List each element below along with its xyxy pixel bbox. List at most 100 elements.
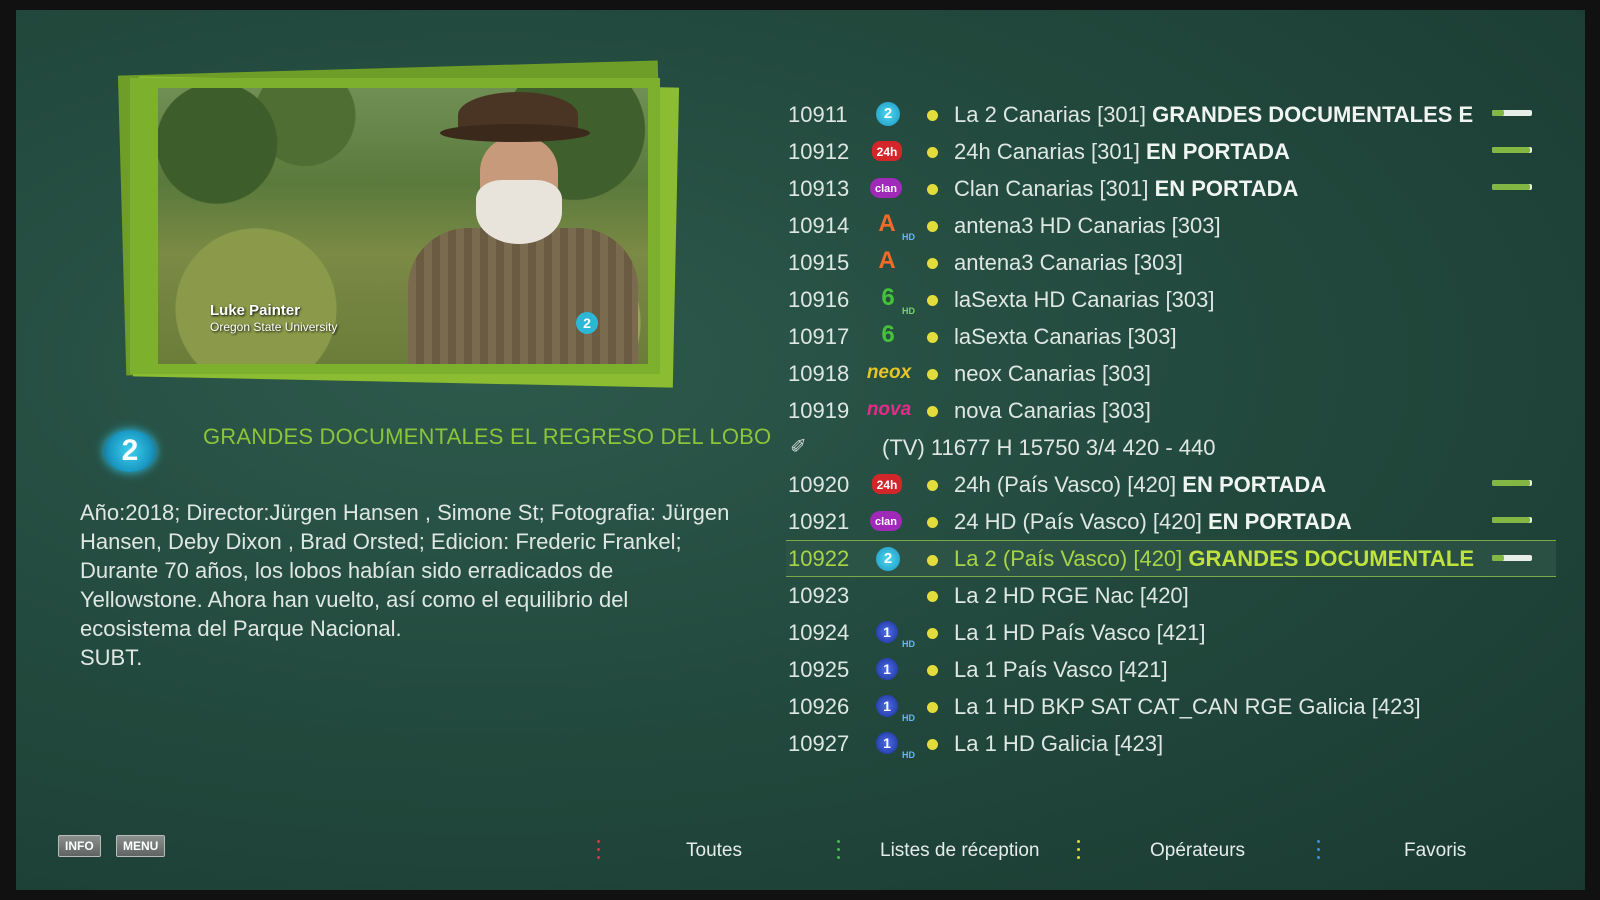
- channel-row[interactable]: 10916 6 HD laSexta HD Canarias [303]: [786, 281, 1556, 318]
- event-progress-bar: [1492, 517, 1532, 523]
- menu-key[interactable]: MENU: [116, 835, 166, 857]
- channel-title: laSexta Canarias [303]: [954, 324, 1177, 349]
- channel-title: La 1 HD País Vasco [421]: [954, 620, 1206, 645]
- status-dot-icon: [927, 739, 938, 750]
- current-event: EN PORTADA: [1182, 472, 1327, 497]
- tab-operators[interactable]: Opérateurs: [1150, 840, 1245, 862]
- channel-row[interactable]: 10915 Aantena3 Canarias [303]: [786, 244, 1556, 281]
- event-progress-bar: [1492, 555, 1532, 561]
- antena3-logo-icon: A: [878, 247, 896, 274]
- channel-row[interactable]: 10924 1 HD La 1 HD País Vasco [421]: [786, 614, 1556, 651]
- channel-title: Clan Canarias [301]: [954, 176, 1149, 201]
- status-dot-icon: [927, 295, 938, 306]
- event-progress-fill: [1492, 480, 1530, 486]
- clan-logo-icon: clan: [870, 178, 902, 198]
- info-key[interactable]: INFO: [58, 835, 101, 857]
- channel-title: nova Canarias [303]: [954, 398, 1151, 423]
- channel-name: La 1 HD Galicia [423]: [954, 725, 1474, 762]
- current-event: EN PORTADA: [1154, 176, 1299, 201]
- program-title: GRANDES DOCUMENTALES EL REGRESO DEL LOBO: [203, 424, 772, 449]
- channel-name: La 1 HD BKP SAT CAT_CAN RGE Galicia [423…: [954, 688, 1474, 725]
- hd-badge: HD: [902, 750, 915, 760]
- status-dot-icon: [927, 555, 938, 566]
- tab-favorites[interactable]: Favoris: [1404, 840, 1466, 862]
- channel-name: La 1 HD País Vasco [421]: [954, 614, 1474, 651]
- event-progress-bar: [1492, 147, 1532, 153]
- current-event: EN PORTADA: [1146, 139, 1290, 164]
- channel-row[interactable]: 10925 1 La 1 País Vasco [421]: [786, 651, 1556, 688]
- la1-logo-icon: 1: [876, 732, 898, 754]
- 24h-logo-icon: 24h: [872, 474, 902, 494]
- channel-row[interactable]: 10919 nova nova Canarias [303]: [786, 392, 1556, 429]
- lower-third-org: Oregon State University: [210, 320, 338, 334]
- lasexta-logo-icon: 6: [881, 321, 895, 348]
- channel-name: antena3 HD Canarias [303]: [954, 207, 1474, 244]
- channel-row[interactable]: 10911 2 La 2 Canarias [301] GRANDES DOCUME…: [786, 96, 1556, 133]
- status-dot-icon: [927, 665, 938, 676]
- channel-name: laSexta HD Canarias [303]: [954, 281, 1474, 318]
- lower-third-name: Luke Painter: [210, 302, 301, 319]
- channel-title: antena3 HD Canarias [303]: [954, 213, 1221, 238]
- channel-name: La 1 País Vasco [421]: [954, 651, 1474, 688]
- presenter-hat-brim: [440, 124, 590, 142]
- la2-logo-icon: 2: [876, 102, 900, 126]
- event-progress-bar: [1492, 184, 1532, 190]
- channel-row[interactable]: 10920 24h 24h (País Vasco) [420] EN PORTAD…: [786, 466, 1556, 503]
- tab-all[interactable]: Toutes: [686, 840, 742, 862]
- channel-row[interactable]: 10912 24h 24h Canarias [301] EN PORTADA: [786, 133, 1556, 170]
- channel-title: 24h Canarias [301]: [954, 139, 1140, 164]
- channel-title: La 2 Canarias [301]: [954, 102, 1147, 127]
- channel-row-selected[interactable]: 10922 2 La 2 (País Vasco) [420] GRANDES DO…: [786, 540, 1556, 577]
- event-progress-bar: [1492, 480, 1532, 486]
- status-dot-icon: [927, 480, 938, 491]
- status-dot-icon: [927, 110, 938, 121]
- channel-number: 10927: [788, 731, 850, 756]
- channel-number: 10925: [788, 657, 850, 682]
- channel-name: 24h Canarias [301] EN PORTADA: [954, 133, 1474, 170]
- channel-row[interactable]: 10921 clan 24 HD (País Vasco) [420] EN POR…: [786, 503, 1556, 540]
- channel-row[interactable]: 10917 6 laSexta Canarias [303]: [786, 318, 1556, 355]
- channel-name: La 2 HD RGE Nac [420]: [954, 577, 1474, 614]
- channel-number: 10926: [788, 694, 850, 719]
- channel-number: 10917: [788, 324, 850, 349]
- channel-name: laSexta Canarias [303]: [954, 318, 1474, 355]
- channel-number: 10916: [788, 287, 850, 312]
- channel-title: 24h (País Vasco) [420]: [954, 472, 1177, 497]
- channel-number: 10911: [788, 102, 848, 127]
- channel-row[interactable]: 10927 1 HD La 1 HD Galicia [423]: [786, 725, 1556, 762]
- status-dot-icon: [927, 406, 938, 417]
- channel-title: antena3 Canarias [303]: [954, 250, 1183, 275]
- channel-row[interactable]: 10918 neox neox Canarias [303]: [786, 355, 1556, 392]
- channel-list: 10911 2 La 2 Canarias [301] GRANDES DOCUME…: [786, 96, 1556, 762]
- channel-title: La 1 HD BKP SAT CAT_CAN RGE Galicia [423…: [954, 694, 1421, 719]
- channel-row[interactable]: 10926 1 HD La 1 HD BKP SAT CAT_CAN RGE Gali…: [786, 688, 1556, 725]
- status-dot-icon: [927, 221, 938, 232]
- channel-number: 10921: [788, 509, 850, 534]
- channel-row[interactable]: 10923 La 2 HD RGE Nac [420]: [786, 577, 1556, 614]
- nova-logo-icon: nova: [866, 399, 912, 420]
- current-channel-logo: 2: [104, 430, 156, 472]
- channel-name: 24 HD (País Vasco) [420] EN PORTADA: [954, 503, 1474, 540]
- channel-bug-icon: 2: [576, 312, 598, 334]
- event-progress-fill: [1492, 517, 1530, 523]
- status-dot-icon: [927, 517, 938, 528]
- current-event: GRANDES DOCUMENTALES EL: [1152, 102, 1474, 127]
- event-progress-fill: [1492, 147, 1530, 153]
- channel-row[interactable]: 10914 A HD antena3 HD Canarias [303]: [786, 207, 1556, 244]
- neox-logo-icon: neox: [866, 362, 912, 383]
- paperclip-icon: ✐: [790, 436, 807, 458]
- event-progress-fill: [1492, 184, 1530, 190]
- tab-reception-lists[interactable]: Listes de réception: [880, 840, 1040, 862]
- channel-title: La 2 (País Vasco) [420]: [954, 546, 1183, 571]
- event-progress-fill: [1492, 110, 1504, 116]
- status-dot-icon: [927, 591, 938, 602]
- transponder-info: (TV) 11677 H 15750 3/4 420 - 440: [882, 435, 1216, 460]
- current-event: EN PORTADA: [1207, 509, 1352, 534]
- status-dot-icon: [927, 332, 938, 343]
- channel-row[interactable]: 10913 clan Clan Canarias [301] EN PORTADA: [786, 170, 1556, 207]
- channel-number: 10919: [788, 398, 850, 423]
- event-progress-fill: [1492, 555, 1504, 561]
- channel-number: 10915: [788, 250, 850, 275]
- channel-name: La 2 (País Vasco) [420] GRANDES DOCUMENT…: [954, 541, 1474, 576]
- event-progress-bar: [1492, 110, 1532, 116]
